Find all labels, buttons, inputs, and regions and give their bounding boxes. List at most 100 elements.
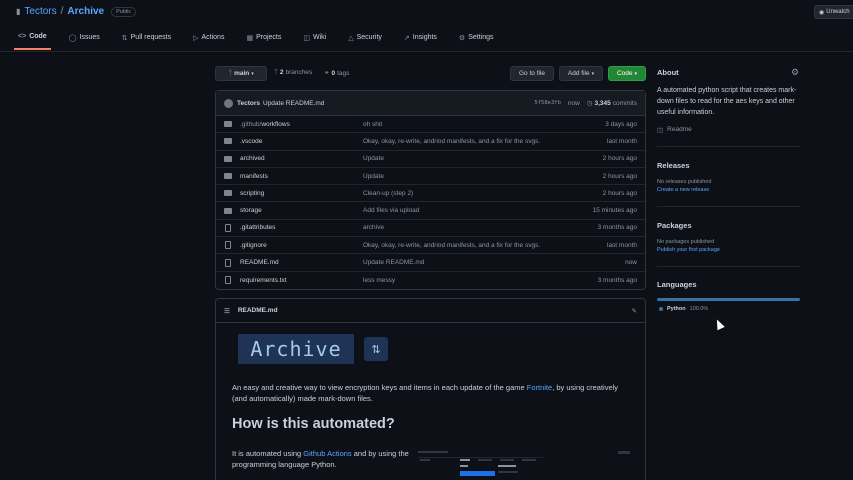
folder-icon [224,173,232,180]
file-name-link[interactable]: README.md [240,259,279,266]
file-row[interactable]: requirements.txt less messy 3 months ago [216,272,645,289]
file-name-link[interactable]: .gitattributes [240,224,275,231]
language-bar [657,298,800,301]
commit-message[interactable]: Update README.md [263,100,324,107]
file-name-link[interactable]: .vscode [240,138,262,145]
file-icon [225,223,231,232]
file-name: .vscode [240,137,263,145]
gear-icon: ⚙ [458,34,466,42]
go-to-file-button[interactable]: Go to file [510,66,554,81]
add-file-button[interactable]: Add file ▾ [559,66,603,81]
folder-icon [224,207,232,214]
tab-pull-requests[interactable]: ⇅ Pull requests [118,31,175,50]
divider [657,206,800,207]
languages-heading: Languages [657,280,697,289]
book-icon: ◫ [657,127,664,134]
list-icon[interactable]: ☰ [224,307,230,315]
folder-icon [224,190,232,197]
publish-package-link[interactable]: Publish your first package [657,247,720,253]
tab-projects[interactable]: ▦ Projects [242,31,285,50]
releases-heading[interactable]: Releases [657,161,690,170]
file-name-link[interactable]: scripting [240,190,264,197]
fortnite-link[interactable]: Fortnite [527,383,552,392]
file-commit-message[interactable]: Okay, okay, re-write, andriod manifests,… [363,138,540,145]
tab-label: Pull requests [130,34,172,41]
branches-link[interactable]: ᛉ 2 branches [274,69,312,76]
file-row[interactable]: .gitattributes archive 3 months ago [216,220,645,238]
file-name-prefix: .github/ [240,120,262,128]
tab-wiki[interactable]: ◫ Wiki [299,31,330,50]
tab-settings[interactable]: ⚙ Settings [455,31,498,50]
file-name-link[interactable]: requirements.txt [240,277,287,284]
file-commit-message[interactable]: oh shit [363,121,382,128]
file-commit-message[interactable]: Update [363,173,384,180]
unwatch-label: Unwatch [826,9,850,15]
packages-heading[interactable]: Packages [657,221,692,230]
tags-link[interactable]: ⚭ 0 tags [324,69,349,78]
avatar[interactable] [224,98,233,108]
file-commit-message[interactable]: Clean-up (step 2) [363,190,413,197]
commits-link[interactable]: ◷ 3,345 commits [586,99,637,108]
pencil-icon[interactable]: ✎ [632,307,637,315]
readme-link[interactable]: ◫ Readme [657,126,692,134]
shield-icon: △ [348,34,354,42]
file-row[interactable]: README.md Update README.md now [216,254,645,272]
tab-security[interactable]: △ Security [344,31,386,50]
file-row[interactable]: .vscode Okay, okay, re-write, andriod man… [216,133,645,151]
gear-icon[interactable]: ⚙ [791,67,799,78]
code-icon: <> [18,33,27,40]
merge-icon: ⇅ [364,337,388,361]
file-name-link[interactable]: manifests [240,173,268,180]
file-commit-message[interactable]: Update README.md [363,259,424,266]
commit-author[interactable]: Tectors [237,100,260,107]
tab-issues[interactable]: ◯ Issues [65,31,104,50]
file-row[interactable]: archived Update 2 hours ago [216,151,645,168]
file-name-link[interactable]: storage [240,207,262,214]
file-commit-message[interactable]: Okay, okay, re-write, andriod manifests,… [363,242,540,249]
commit-sha[interactable]: 5f58e3fb [534,100,561,106]
mouse-cursor [713,317,725,331]
file-commit-time: 3 months ago [597,224,637,232]
tab-code[interactable]: <> Code [14,31,51,50]
divider [657,146,800,147]
file-row[interactable]: .gitignore Okay, okay, re-write, andriod … [216,237,645,255]
tab-insights[interactable]: ↗ Insights [400,31,441,50]
file-row[interactable]: .github/workflows oh shit 3 days ago [216,116,645,134]
history-icon: ◷ [586,100,593,107]
repo-name-link[interactable]: Archive [67,6,104,17]
create-release-link[interactable]: Create a new release [657,187,709,193]
branch-select-button[interactable]: ᛉ main ▾ [215,66,267,81]
file-row[interactable]: manifests Update 2 hours ago [216,168,645,186]
play-icon: ▷ [193,34,199,42]
file-commit-message[interactable]: Add files via upload [363,207,419,214]
tab-label: Actions [201,34,225,41]
file-name: workflows [261,120,290,128]
tab-actions[interactable]: ▷ Actions [189,31,228,50]
readme-auto-text: It is automated using [232,449,304,458]
latest-commit-bar: Tectors Update README.md 5f58e3fb now ◷ … [216,91,645,116]
file-commit-message[interactable]: less messy [363,277,395,284]
file-row[interactable]: storage Add files via upload 15 minutes ag… [216,202,645,220]
repo-owner-link[interactable]: Tectors [24,6,56,17]
branches-label: branches [285,69,313,76]
file-commit-message[interactable]: Update [363,155,384,162]
file-commit-message[interactable]: archive [363,224,384,231]
add-file-label: Add file [567,70,590,77]
github-actions-link[interactable]: Github Actions [303,449,351,458]
releases-empty-text: No releases published [657,179,712,185]
file-row[interactable]: scripting Clean-up (step 2) 2 hours ago [216,185,645,203]
file-name: .gitattributes [240,224,276,232]
file-name-link[interactable]: archived [240,155,265,162]
language-item-python[interactable]: Python 100.0% [659,306,708,312]
code-button[interactable]: Code ▾ [608,66,646,81]
tab-label: Settings [468,34,494,41]
file-name-link[interactable]: .github/workflows [240,121,290,128]
unwatch-button[interactable]: ◉ Unwatch [814,5,853,19]
tag-icon: ⚭ [324,70,330,77]
repo-icon: ▮ [16,7,21,16]
folder-icon [224,138,232,145]
file-name: README.md [240,259,279,267]
file-name-link[interactable]: .gitignore [240,242,267,249]
readme-filename: README.md [237,307,278,314]
branch-icon: ᛉ [228,70,233,77]
